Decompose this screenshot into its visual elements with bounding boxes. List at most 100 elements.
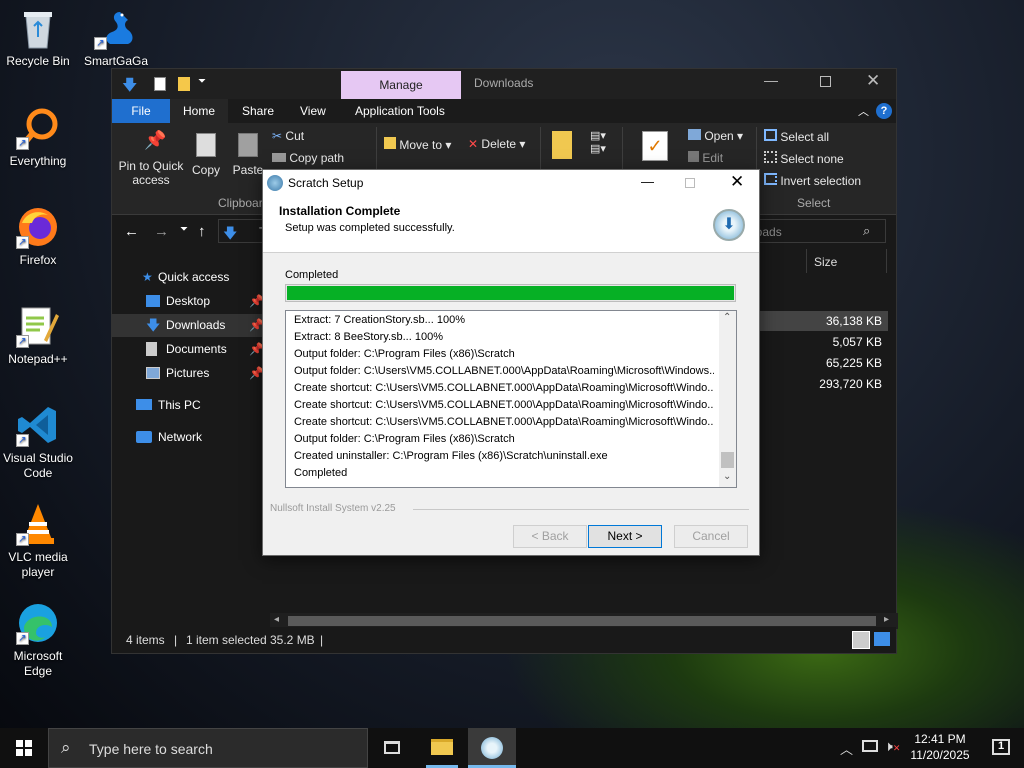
- down-arrow-icon[interactable]: 🡇: [122, 75, 137, 100]
- desktop-folder-icon: [146, 295, 160, 307]
- select-all-button[interactable]: Select all: [764, 129, 829, 144]
- desktop-icon-notepadpp[interactable]: ↗ Notepad++: [0, 304, 76, 367]
- taskbar-scratch-setup[interactable]: [468, 728, 516, 768]
- edit-button[interactable]: Edit: [688, 151, 723, 165]
- icon-label: Everything: [9, 154, 67, 168]
- details-view-icon[interactable]: [852, 631, 870, 649]
- status-divider: |: [174, 633, 178, 647]
- copy-button[interactable]: Copy: [188, 133, 224, 177]
- select-none-button[interactable]: Select none: [764, 151, 844, 166]
- volume-muted-icon[interactable]: 🕨✕: [884, 738, 900, 755]
- start-button[interactable]: [0, 728, 48, 768]
- ribbon-tabs: File Home Share View Application Tools ︿…: [112, 99, 896, 123]
- taskbar-search-placeholder: Type here to search: [89, 741, 213, 757]
- scroll-left-icon[interactable]: ◂: [274, 614, 279, 625]
- pin-icon: 📌: [144, 130, 167, 150]
- copy-path-icon: [272, 153, 286, 162]
- nav-downloads[interactable]: 🡇 Downloads 📌: [112, 314, 270, 337]
- open-button[interactable]: Open ▾: [688, 129, 743, 143]
- manage-context-tab[interactable]: Manage: [341, 71, 461, 99]
- new-folder-button[interactable]: [552, 131, 572, 159]
- scroll-right-icon[interactable]: ▸: [884, 614, 889, 625]
- minimize-icon[interactable]: —: [764, 72, 778, 88]
- copy-path-button[interactable]: Copy path: [272, 151, 344, 165]
- paste-button[interactable]: Paste: [230, 133, 266, 177]
- close-icon[interactable]: ✕: [730, 172, 744, 192]
- system-clock[interactable]: 12:41 PM 11/20/2025: [906, 731, 974, 763]
- tab-home[interactable]: Home: [170, 99, 228, 123]
- desktop-icon-vscode[interactable]: ↗ Visual Studio Code: [0, 403, 76, 481]
- tab-view[interactable]: View: [286, 99, 340, 123]
- taskbar: ⌕ Type here to search ︿ 🕨✕ 12:41 PM 11/2…: [0, 728, 1024, 768]
- help-icon[interactable]: ?: [876, 103, 892, 119]
- scrollbar-thumb[interactable]: [721, 452, 734, 468]
- log-scrollbar[interactable]: ⌃ ⌄: [719, 311, 736, 487]
- properties-button[interactable]: ✓: [642, 131, 668, 161]
- large-icons-view-icon[interactable]: [874, 632, 890, 646]
- search-icon[interactable]: ⌕: [863, 223, 870, 239]
- next-button[interactable]: Next >: [588, 525, 662, 548]
- up-arrow-icon[interactable]: ↑: [198, 223, 206, 240]
- desktop-icon-edge[interactable]: ↗ Microsoft Edge: [0, 601, 76, 679]
- downloads-icon: 🡇: [146, 317, 161, 333]
- nav-pictures[interactable]: Pictures 📌: [112, 362, 270, 385]
- vscode-icon: ↗: [16, 403, 60, 447]
- log-line: Extract: 8 BeeStory.sb... 100%: [294, 331, 443, 343]
- new-folder-icon[interactable]: [178, 77, 190, 91]
- move-to-button[interactable]: Move to ▾: [384, 137, 451, 152]
- minimize-icon[interactable]: —: [641, 174, 654, 189]
- scrollbar-thumb[interactable]: [288, 616, 876, 626]
- delete-button[interactable]: ✕ Delete ▾: [468, 137, 525, 151]
- show-hidden-icons-icon[interactable]: ︿: [840, 739, 853, 758]
- invert-selection-icon: [764, 173, 777, 185]
- desktop-icon-vlc[interactable]: ↗ VLC media player: [0, 502, 76, 580]
- tab-file[interactable]: File: [112, 99, 170, 123]
- scroll-down-icon[interactable]: ⌄: [723, 471, 731, 482]
- new-item-button[interactable]: ▤▾ ▤▾: [590, 129, 606, 155]
- mute-x-icon: ✕: [892, 743, 901, 753]
- status-bar: 4 items | 1 item selected 35.2 MB |: [112, 627, 896, 653]
- notification-center-button[interactable]: 1: [980, 728, 1024, 768]
- desktop-icon-firefox[interactable]: ↗ Firefox: [0, 205, 76, 268]
- network-status-icon[interactable]: [862, 740, 878, 752]
- forward-arrow-icon[interactable]: →: [154, 223, 169, 240]
- nav-quick-access[interactable]: ★ Quick access: [112, 266, 270, 289]
- progress-fill: [287, 286, 734, 300]
- icon-label: SmartGaGa: [83, 54, 149, 68]
- collapse-ribbon-icon[interactable]: ︿: [858, 103, 869, 119]
- desktop-icon-recycle-bin[interactable]: Recycle Bin: [0, 6, 76, 69]
- pin-to-quick-access-button[interactable]: 📌 Pin to Quick access: [116, 130, 186, 187]
- log-line: Create shortcut: C:\Users\VM5.COLLABNET.…: [294, 382, 714, 394]
- install-log[interactable]: Extract: 7 CreationStory.sb... 100% Extr…: [285, 310, 737, 488]
- quick-access-toolbar-dropdown-icon[interactable]: ⏷: [198, 76, 206, 87]
- delete-x-icon: ✕: [468, 137, 479, 151]
- invert-selection-button[interactable]: Invert selection: [764, 173, 861, 188]
- icon-label: Firefox: [19, 253, 57, 267]
- task-view-button[interactable]: [368, 728, 416, 768]
- nav-network[interactable]: Network: [112, 426, 270, 449]
- nav-desktop[interactable]: Desktop 📌: [112, 290, 270, 313]
- nav-this-pc[interactable]: This PC: [112, 394, 270, 417]
- maximize-icon[interactable]: [820, 76, 831, 87]
- recent-locations-icon[interactable]: ⏷: [180, 224, 188, 235]
- icon-label: Recycle Bin: [6, 54, 70, 68]
- scroll-up-icon[interactable]: ⌃: [723, 312, 731, 323]
- tab-share[interactable]: Share: [228, 99, 288, 123]
- notepadpp-icon: ↗: [16, 304, 60, 348]
- back-arrow-icon[interactable]: ←: [124, 223, 139, 240]
- tab-application-tools[interactable]: Application Tools: [341, 99, 459, 123]
- swan-icon: ↗: [94, 6, 138, 50]
- column-header-size[interactable]: Size: [814, 255, 837, 269]
- desktop-icon-everything[interactable]: ↗ Everything: [0, 106, 76, 169]
- scratch-setup-dialog: Scratch Setup — ✕ Installation Complete …: [262, 169, 760, 556]
- log-line: Output folder: C:\Program Files (x86)\Sc…: [294, 433, 515, 445]
- desktop-icon-smartgaga[interactable]: ↗ SmartGaGa: [78, 6, 154, 69]
- taskbar-file-explorer[interactable]: [418, 728, 466, 768]
- nav-documents[interactable]: Documents 📌: [112, 338, 270, 361]
- close-icon[interactable]: ✕: [866, 71, 880, 91]
- taskbar-search-box[interactable]: ⌕ Type here to search: [48, 728, 368, 768]
- cut-button[interactable]: ✂ Cut: [272, 129, 304, 143]
- properties-icon[interactable]: [154, 77, 166, 91]
- paste-icon: [238, 133, 258, 157]
- task-view-icon: [384, 741, 400, 754]
